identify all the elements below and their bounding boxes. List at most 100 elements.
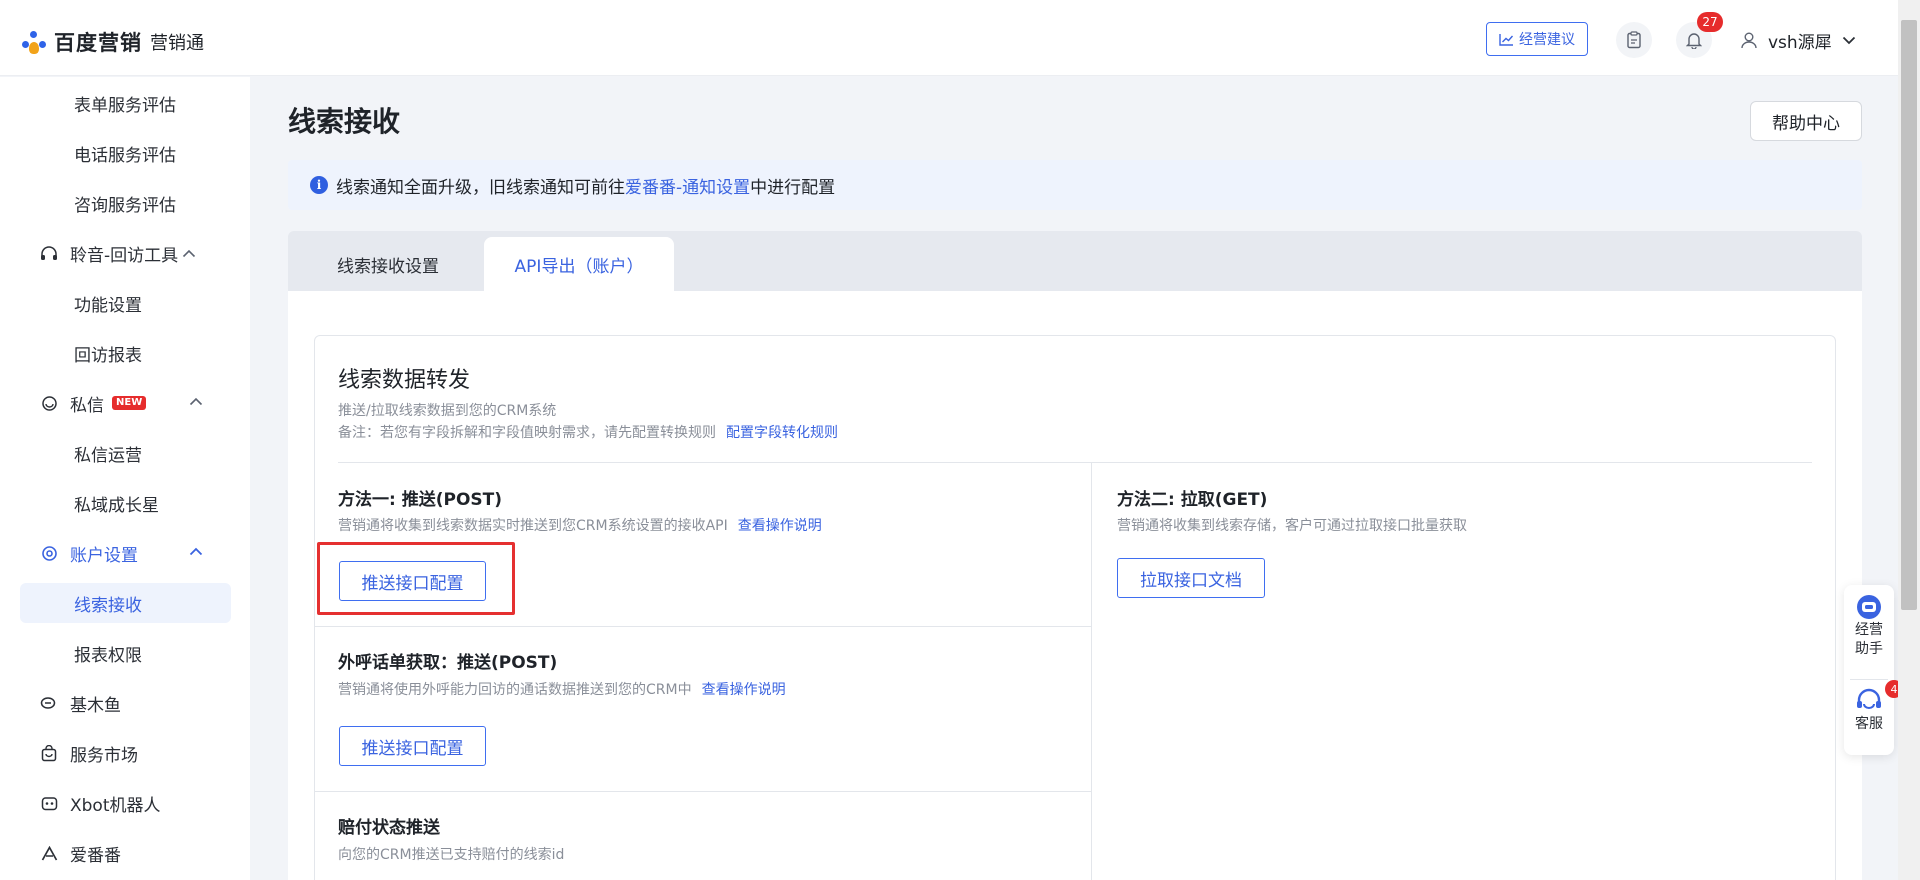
chevron-up-icon: [189, 397, 203, 406]
section-divider: [315, 626, 1091, 627]
tab-lead-receive-settings[interactable]: 线索接收设置: [308, 237, 468, 291]
settings-ring-icon: [40, 544, 58, 562]
sidebar-item-label: 私信: [70, 395, 104, 416]
business-assistant-button[interactable]: 经营 助手: [1844, 593, 1894, 659]
column-divider: [1091, 462, 1092, 880]
top-header: 百度营销 营销通 经营建议 27 vsh源犀: [0, 0, 1898, 76]
config-field-rules-link[interactable]: 配置字段转化规则: [726, 425, 838, 441]
card-remark: 备注：若您有字段拆解和字段值映射需求，请先配置转换规则 配置字段转化规则: [338, 422, 838, 442]
sidebar-item-label: 聆音-回访工具: [70, 245, 179, 266]
bell-icon: [1686, 33, 1702, 49]
username-text: vsh源犀: [1768, 32, 1832, 53]
tab-label: API导出（账户）: [514, 256, 644, 277]
headphones-icon: [40, 244, 58, 262]
sidebar-item-callback-report[interactable]: 回访报表: [20, 333, 231, 373]
method2-description: 营销通将收集到线索存储，客户可通过拉取接口批量获取: [1117, 518, 1467, 534]
sidebar-item-label: 线索接收: [74, 595, 142, 616]
clipboard-icon: [1627, 31, 1641, 49]
scrollbar-thumb[interactable]: [1901, 20, 1917, 610]
chevron-up-icon: [189, 547, 203, 556]
method1-description: 营销通将收集到线索数据实时推送到您CRM系统设置的接收API 查看操作说明: [338, 515, 822, 535]
sidebar-group-private-message[interactable]: 私信 NEW: [20, 383, 231, 423]
sidebar-item-report-permission[interactable]: 报表权限: [20, 633, 231, 673]
business-suggestion-button[interactable]: 经营建议: [1486, 22, 1588, 56]
section-divider: [315, 791, 1091, 792]
method1-view-guide-link[interactable]: 查看操作说明: [738, 518, 822, 534]
sidebar-item-label: 账户设置: [70, 545, 138, 566]
logo-product-text: 营销通: [150, 33, 204, 54]
tab-bar: 线索接收设置 API导出（账户）: [288, 231, 1862, 291]
sidebar-item-consult-service-eval[interactable]: 咨询服务评估: [20, 183, 231, 223]
aifanfan-logo-icon: [40, 844, 58, 862]
sidebar-item-label: 爱番番: [70, 845, 121, 866]
method1-title: 方法一: 推送(POST): [338, 490, 503, 510]
method1-desc-text: 营销通将收集到线索数据实时推送到您CRM系统设置的接收API: [338, 518, 728, 534]
card-title: 线索数据转发: [338, 368, 471, 393]
sidebar-item-label: 电话服务评估: [74, 145, 176, 166]
sidebar-item-label: 报表权限: [74, 645, 142, 666]
widget-divider: [1850, 679, 1888, 680]
upgrade-notice-banner: i 线索通知全面升级，旧线索通知可前往 爱番番-通知设置 中进行配置: [288, 160, 1862, 210]
floating-widget-panel: 经营 助手 客服: [1844, 585, 1894, 755]
sidebar-item-service-market[interactable]: 服务市场: [20, 733, 231, 773]
outbound-view-guide-link[interactable]: 查看操作说明: [702, 682, 786, 698]
shopping-bag-icon: [40, 744, 58, 762]
info-icon: i: [310, 176, 328, 194]
headset-support-icon: [1857, 688, 1881, 709]
chevron-down-icon: [1842, 36, 1855, 44]
sidebar-item-message-operations[interactable]: 私信运营: [20, 433, 231, 473]
sidebar-item-label: 表单服务评估: [74, 95, 176, 116]
chevron-up-icon: [183, 249, 196, 257]
baidu-marketing-logo[interactable]: 百度营销 营销通: [20, 28, 204, 56]
clipboard-button[interactable]: [1616, 22, 1652, 58]
outbound-call-description: 营销通将使用外呼能力回访的通话数据推送到您的CRM中 查看操作说明: [338, 679, 786, 699]
sidebar-item-label: 回访报表: [74, 345, 142, 366]
notice-settings-link[interactable]: 爱番番-通知设置: [625, 173, 750, 198]
page-title: 线索接收: [288, 105, 401, 138]
trend-chart-icon: [1499, 33, 1514, 46]
pull-api-doc-button[interactable]: 拉取接口文档: [1117, 558, 1265, 598]
assistant-label-line1: 经营: [1855, 622, 1883, 638]
sidebar-group-callback-tool[interactable]: 聆音-回访工具: [20, 233, 231, 273]
sidebar-item-function-settings[interactable]: 功能设置: [20, 283, 231, 323]
highlight-annotation-box: [317, 542, 515, 615]
sidebar-item-xbot[interactable]: Xbot机器人: [20, 783, 231, 823]
sidebar-item-private-domain-growth[interactable]: 私域成长星: [20, 483, 231, 523]
sidebar-item-lead-receive[interactable]: 线索接收: [20, 583, 231, 623]
sidebar-item-label: 咨询服务评估: [74, 195, 176, 216]
baidu-paw-logo-icon: [20, 29, 50, 55]
user-avatar-icon: [1741, 32, 1757, 49]
payment-status-description: 向您的CRM推送已支持赔付的线索id: [338, 847, 565, 863]
sidebar-item-jimuyu[interactable]: 基木鱼: [20, 683, 231, 723]
sidebar-item-phone-service-eval[interactable]: 电话服务评估: [20, 133, 231, 173]
logo-brand-text: 百度营销: [54, 31, 142, 55]
sidebar-item-label: 基木鱼: [70, 695, 121, 716]
notice-text-after: 中进行配置: [750, 177, 836, 198]
outbound-push-config-button[interactable]: 推送接口配置: [339, 726, 486, 766]
help-center-button[interactable]: 帮助中心: [1750, 101, 1862, 141]
left-sidebar: 表单服务评估 电话服务评估 咨询服务评估 聆音-回访工具 功能设置 回访报表 私…: [0, 77, 250, 880]
sidebar-item-form-service-eval[interactable]: 表单服务评估: [20, 83, 231, 123]
fish-icon: [40, 694, 58, 712]
sidebar-item-aifanfan[interactable]: 爱番番: [20, 833, 231, 873]
assistant-robot-icon: [1857, 595, 1881, 619]
outbound-call-title: 外呼话单获取：推送(POST): [338, 653, 558, 673]
assistant-label-line2: 助手: [1855, 641, 1883, 657]
outbound-desc-text: 营销通将使用外呼能力回访的通话数据推送到您的CRM中: [338, 682, 692, 698]
sidebar-item-label: Xbot机器人: [70, 795, 161, 816]
message-bubble-icon: [40, 394, 58, 412]
payment-status-title: 赔付状态推送: [338, 818, 440, 838]
customer-service-label: 客服: [1855, 716, 1883, 732]
tab-api-export[interactable]: API导出（账户）: [484, 237, 674, 291]
card-description: 推送/拉取线索数据到您的CRM系统: [338, 403, 557, 419]
sidebar-item-label: 私信运营: [74, 445, 142, 466]
user-menu[interactable]: vsh源犀: [1740, 24, 1856, 56]
method2-title: 方法二: 拉取(GET): [1117, 490, 1268, 510]
section-divider: [338, 462, 1812, 463]
business-suggestion-label: 经营建议: [1519, 32, 1575, 48]
sidebar-item-label: 私域成长星: [74, 495, 159, 516]
tab-label: 线索接收设置: [337, 256, 439, 277]
card-remark-text: 备注：若您有字段拆解和字段值映射需求，请先配置转换规则: [338, 425, 716, 441]
new-badge: NEW: [112, 396, 147, 410]
sidebar-group-account-settings[interactable]: 账户设置: [20, 533, 231, 573]
